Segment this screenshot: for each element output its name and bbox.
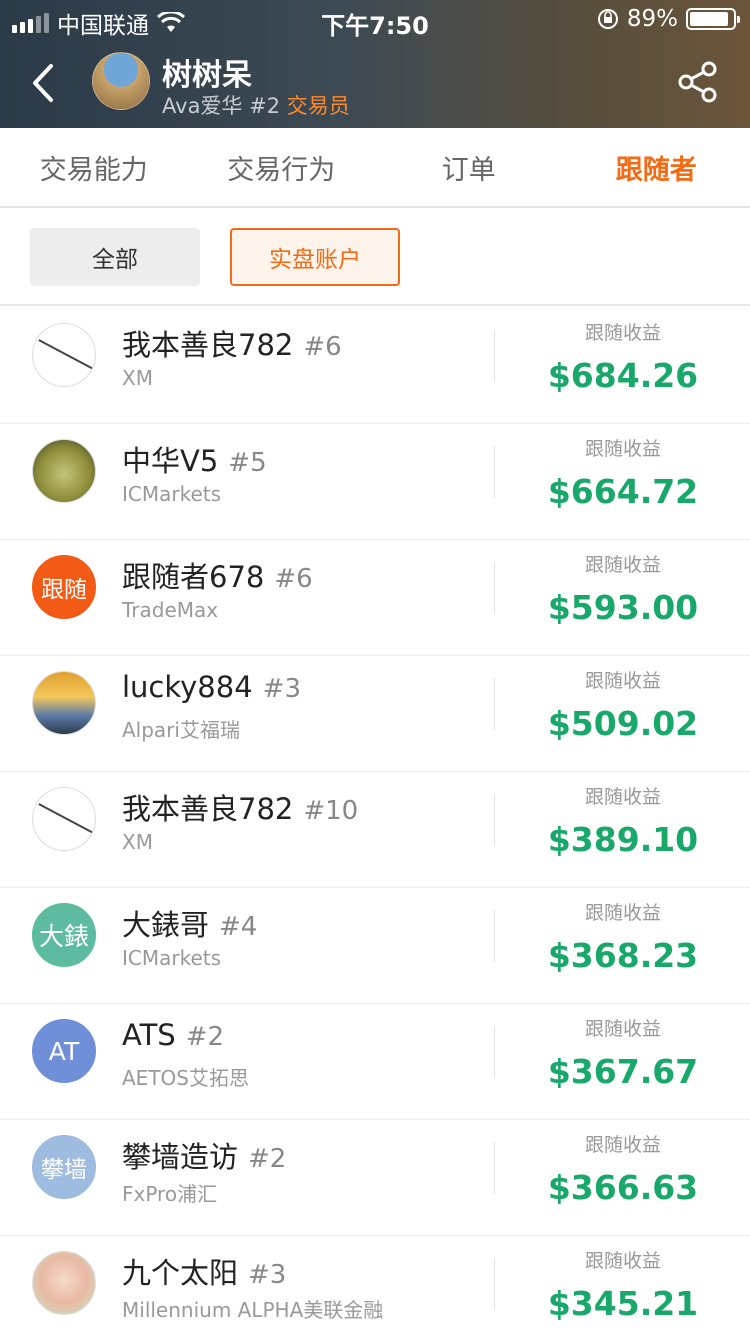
header: 中国联通 下午7:50 89% 树树呆 Ava爱华 #2 交易员 [0, 0, 750, 128]
follower-name: 攀墙造访 [122, 1140, 239, 1174]
follow-profit-label: 跟随收益 [584, 902, 661, 924]
rotation-lock-icon [597, 9, 618, 29]
follower-row[interactable]: 攀墙 攀墙造访 #2 FxPro浦汇 跟随收益 $366.63 [0, 1120, 750, 1236]
filter-bar: 全部 实盘账户 [0, 208, 750, 306]
trader-role: 交易员 [286, 94, 350, 118]
follower-row[interactable]: 我本善良782 #10 XM 跟随收益 $389.10 [0, 772, 750, 888]
follower-broker: AETOS艾拓思 [122, 1066, 249, 1090]
follow-profit-value: $367.67 [547, 1052, 699, 1091]
follow-profit-label: 跟随收益 [584, 1018, 661, 1040]
follow-profit-label: 跟随收益 [584, 786, 661, 808]
follower-list: 我本善良782 #6 XM 跟随收益 $684.26 中华V5 #5 ICMarke… [0, 308, 750, 1334]
follower-broker: XM [122, 366, 153, 390]
follower-rank: #6 [303, 332, 342, 362]
follower-rank: #5 [228, 448, 267, 478]
follower-rank: #2 [185, 1022, 225, 1052]
trader-broker-rank: Ava爱华 #2 [162, 94, 281, 118]
filter-real-account-button[interactable]: 实盘账户 [230, 228, 400, 286]
follow-profit-label: 跟随收益 [584, 322, 661, 344]
follower-broker: Alpari艾福瑞 [122, 718, 240, 742]
status-bar: 中国联通 下午7:50 89% [0, 0, 750, 40]
follower-name: 大錶哥 [122, 908, 210, 942]
follower-name: 九个太阳 [122, 1256, 239, 1290]
follow-profit-label: 跟随收益 [584, 1134, 661, 1156]
follower-row[interactable]: 跟随 跟随者678 #6 TradeMax 跟随收益 $593.00 [0, 540, 750, 656]
follower-rank: #4 [219, 912, 258, 942]
battery-percent: 89% [626, 6, 678, 32]
battery-icon [686, 8, 740, 30]
divider [494, 446, 495, 498]
follow-profit-value: $345.21 [547, 1284, 699, 1323]
follower-row[interactable]: lucky884 #3 Alpari艾福瑞 跟随收益 $509.02 [0, 656, 750, 772]
divider [494, 562, 495, 614]
follower-broker: ICMarkets [122, 482, 222, 506]
tab-orders[interactable]: 订单 [375, 128, 563, 206]
trader-subtitle: Ava爱华 #2 交易员 [162, 90, 350, 120]
follower-broker: Millennium ALPHA美联金融 [122, 1298, 384, 1322]
divider [494, 794, 495, 846]
trader-avatar[interactable] [92, 52, 150, 110]
follow-profit-value: $593.00 [547, 588, 699, 627]
avatar: 攀墙 [32, 1135, 96, 1199]
avatar [32, 787, 96, 851]
avatar: 大錶 [32, 903, 96, 967]
avatar [32, 1251, 96, 1315]
trader-name: 树树呆 [162, 58, 252, 93]
follow-profit-value: $664.72 [547, 472, 699, 511]
back-button[interactable] [22, 58, 62, 108]
follower-broker: ICMarkets [122, 946, 222, 970]
follow-profit-label: 跟随收益 [584, 438, 661, 460]
follower-broker: XM [122, 830, 153, 854]
follow-profit-value: $366.63 [547, 1168, 699, 1207]
follow-profit-value: $684.26 [547, 356, 699, 395]
follower-row[interactable]: AT ATS #2 AETOS艾拓思 跟随收益 $367.67 [0, 1004, 750, 1120]
follower-row[interactable]: 九个太阳 #3 Millennium ALPHA美联金融 跟随收益 $345.21 [0, 1236, 750, 1334]
tab-trading-ability[interactable]: 交易能力 [0, 128, 188, 206]
follower-rank: #2 [248, 1144, 287, 1174]
follower-name: 跟随者678 [122, 560, 265, 594]
follower-name: ATS [122, 1018, 176, 1052]
follower-rank: #3 [248, 1260, 287, 1290]
follow-profit-value: $368.23 [547, 936, 699, 975]
avatar [32, 671, 96, 735]
divider [494, 330, 495, 382]
tab-followers[interactable]: 跟随者 [563, 128, 750, 206]
avatar: 跟随 [32, 555, 96, 619]
share-icon[interactable] [676, 60, 720, 104]
follower-broker: FxPro浦汇 [122, 1182, 218, 1206]
tab-bar: 交易能力 交易行为 订单 跟随者 [0, 128, 750, 208]
chevron-left-icon [33, 64, 53, 102]
follow-profit-value: $509.02 [547, 704, 699, 743]
follow-profit-value: $389.10 [547, 820, 699, 859]
follow-profit-label: 跟随收益 [584, 670, 661, 692]
follower-rank: #3 [262, 674, 301, 704]
avatar: AT [32, 1019, 96, 1083]
follow-profit-label: 跟随收益 [584, 1250, 661, 1272]
divider [494, 678, 495, 730]
follower-rank: #10 [303, 796, 359, 826]
filter-all-button[interactable]: 全部 [30, 228, 200, 286]
divider [494, 1026, 495, 1078]
divider [494, 910, 495, 962]
follower-row[interactable]: 中华V5 #5 ICMarkets 跟随收益 $664.72 [0, 424, 750, 540]
follower-rank: #6 [274, 564, 313, 594]
follower-broker: TradeMax [122, 598, 219, 622]
divider [494, 1142, 495, 1194]
follow-profit-label: 跟随收益 [584, 554, 661, 576]
tab-trading-behavior[interactable]: 交易行为 [188, 128, 376, 206]
follower-row[interactable]: 我本善良782 #6 XM 跟随收益 $684.26 [0, 308, 750, 424]
divider [494, 1258, 495, 1310]
avatar [32, 439, 96, 503]
follower-name: 我本善良782 [122, 328, 294, 362]
follower-row[interactable]: 大錶 大錶哥 #4 ICMarkets 跟随收益 $368.23 [0, 888, 750, 1004]
avatar [32, 323, 96, 387]
follower-name: 我本善良782 [122, 792, 294, 826]
follower-name: lucky884 [122, 670, 253, 704]
follower-name: 中华V5 [122, 444, 219, 478]
